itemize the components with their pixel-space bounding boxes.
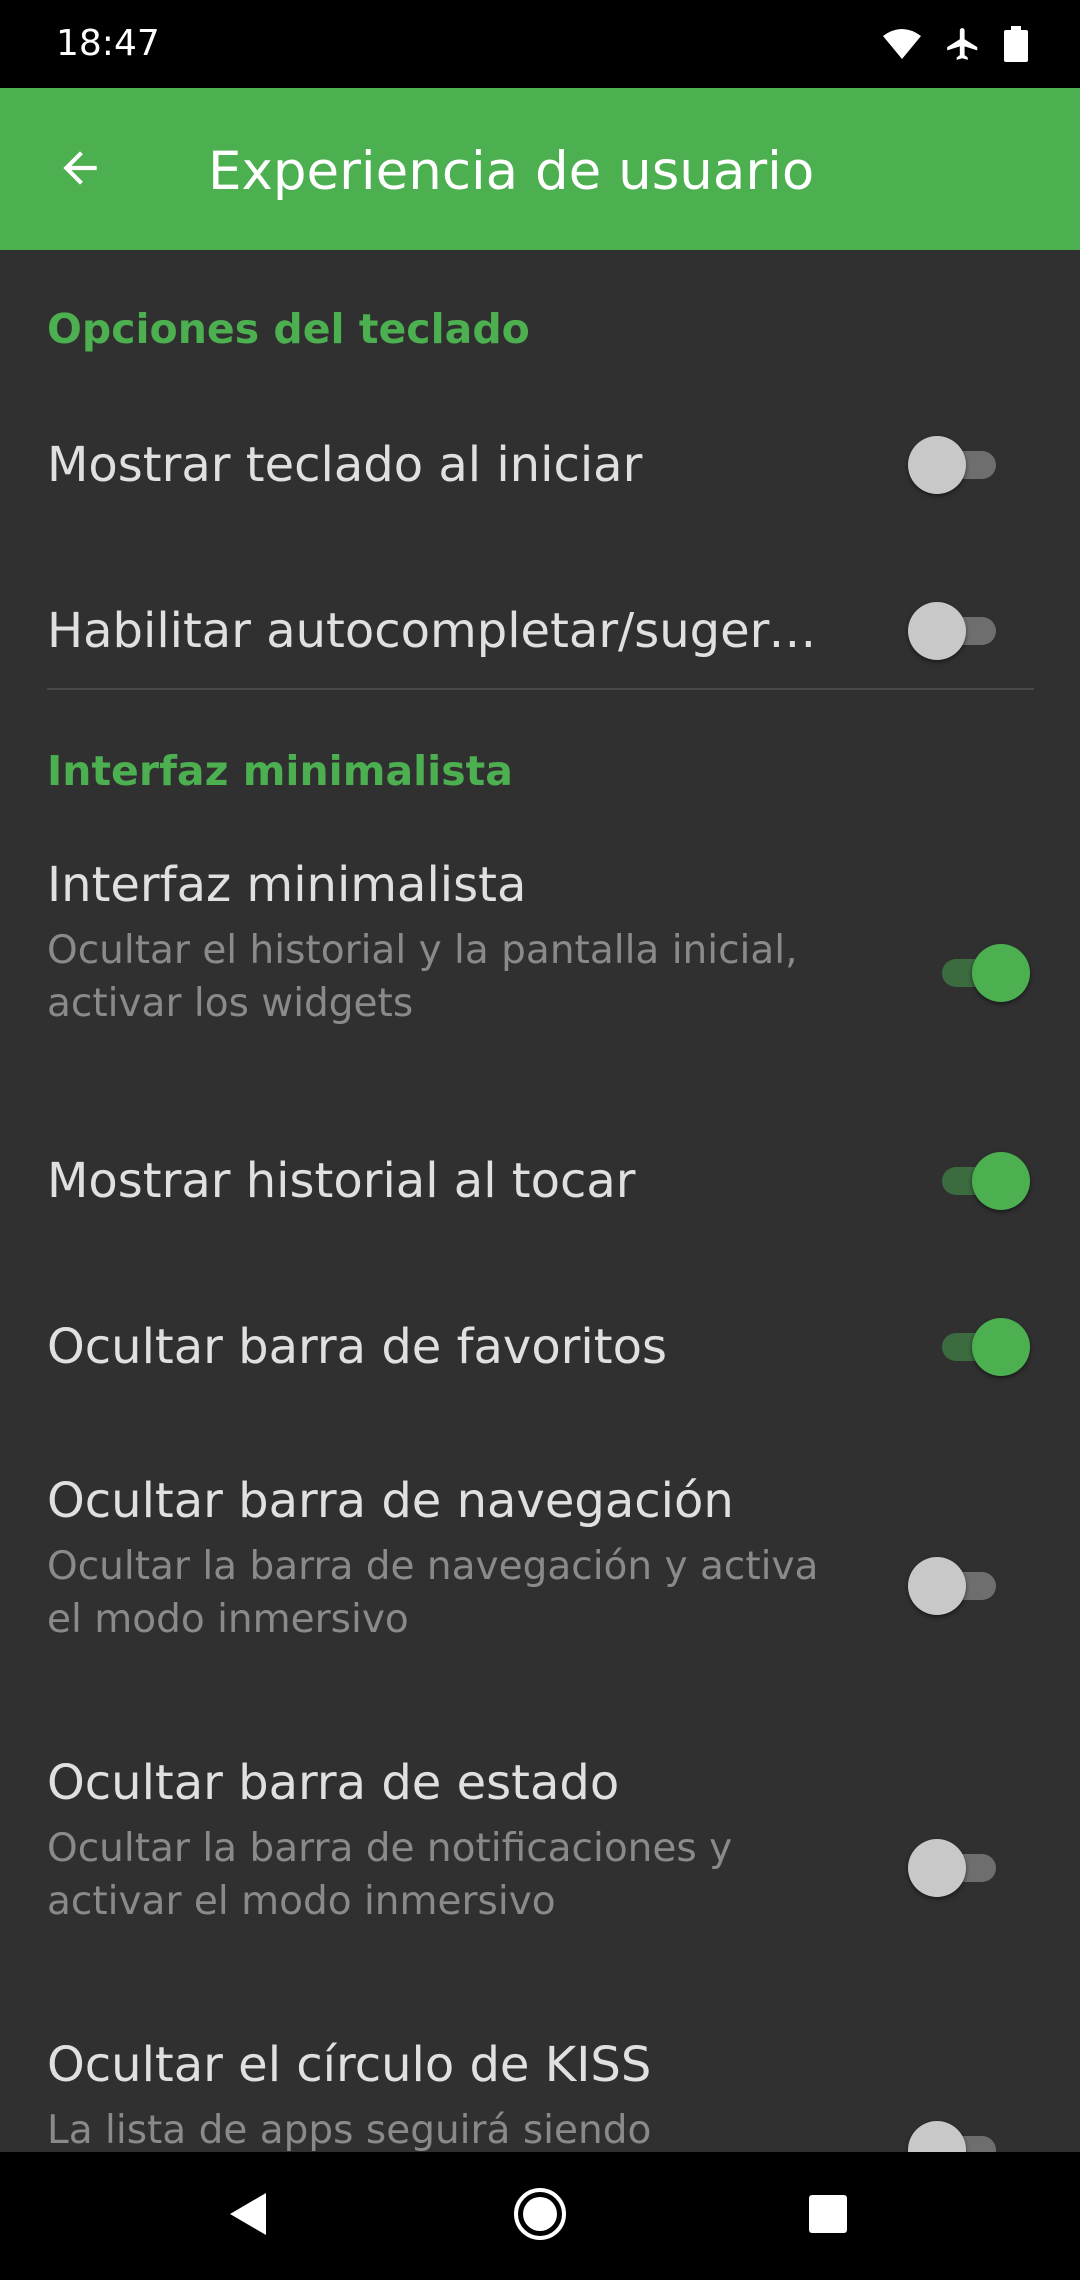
app-bar: Experiencia de usuario — [0, 88, 1080, 250]
toggle-hide-status-bar[interactable] — [908, 1838, 1008, 1898]
back-button[interactable] — [36, 126, 124, 214]
pref-title: Ocultar barra de navegación — [47, 1473, 734, 1529]
page-title: Experiencia de usuario — [208, 141, 815, 202]
wifi-icon — [882, 27, 922, 61]
pref-show-keyboard-on-start[interactable]: Mostrar teclado al iniciar — [0, 382, 1080, 548]
status-bar: 18:47 — [0, 0, 1080, 88]
toggle-minimalist-ui[interactable] — [930, 943, 1030, 1003]
arrow-left-icon — [55, 143, 105, 197]
toggle-hide-navigation[interactable] — [908, 1556, 1008, 1616]
pref-hide-status-bar[interactable]: Ocultar barra de estado Ocultar la barra… — [0, 1712, 1080, 1994]
category-keyboard-options: Opciones del teclado — [47, 305, 530, 353]
category-minimalist-ui: Interfaz minimalista — [47, 747, 513, 795]
pref-hide-favorites-bar[interactable]: Ocultar barra de favoritos — [0, 1264, 1080, 1430]
nav-home-button[interactable] — [500, 2176, 580, 2256]
system-nav-bar — [0, 2152, 1080, 2280]
nav-back-button[interactable] — [208, 2176, 288, 2256]
pref-hide-kiss-circle[interactable]: Ocultar el círculo de KISS La lista de a… — [0, 1994, 1080, 2152]
pref-minimalist-ui[interactable]: Interfaz minimalista Ocultar el historia… — [0, 828, 1080, 1098]
status-icons — [882, 22, 1028, 66]
battery-icon — [1004, 26, 1028, 62]
back-triangle-icon — [226, 2189, 270, 2243]
pref-title: Habilitar autocompletar/sugerencias — [47, 603, 837, 659]
nav-recents-button[interactable] — [788, 2176, 868, 2256]
toggle-hide-kiss-circle[interactable] — [908, 2120, 1008, 2152]
pref-summary: Ocultar la barra de navegación y activa … — [47, 1544, 819, 1642]
status-time: 18:47 — [56, 23, 160, 64]
pref-title: Mostrar teclado al iniciar — [47, 437, 643, 493]
pref-summary: Ocultar el historial y la pantalla inici… — [47, 928, 798, 1026]
pref-title: Ocultar barra de favoritos — [47, 1319, 667, 1375]
section-divider — [47, 688, 1034, 690]
home-circle-icon — [512, 2186, 568, 2246]
pref-show-history-on-touch[interactable]: Mostrar historial al tocar — [0, 1098, 1080, 1264]
pref-hide-navigation-bar[interactable]: Ocultar barra de navegación Ocultar la b… — [0, 1430, 1080, 1712]
pref-summary: Ocultar la barra de notificaciones y act… — [47, 1826, 733, 1924]
settings-screen: 18:47 Experiencia de usuario Opciones de… — [0, 0, 1080, 2280]
pref-title: Ocultar el círculo de KISS — [47, 2037, 652, 2093]
toggle-show-history[interactable] — [930, 1151, 1030, 1211]
pref-summary: La lista de apps seguirá siendo — [47, 2108, 652, 2152]
pref-title: Ocultar barra de estado — [47, 1755, 620, 1811]
pref-title: Interfaz minimalista — [47, 857, 527, 913]
toggle-autocomplete[interactable] — [908, 601, 1008, 661]
toggle-show-keyboard[interactable] — [908, 435, 1008, 495]
preferences-list[interactable]: Opciones del teclado Mostrar teclado al … — [0, 250, 1080, 2152]
airplane-mode-icon — [944, 25, 982, 63]
recents-square-icon — [807, 2193, 849, 2239]
toggle-hide-favorites[interactable] — [930, 1317, 1030, 1377]
pref-title: Mostrar historial al tocar — [47, 1153, 636, 1209]
